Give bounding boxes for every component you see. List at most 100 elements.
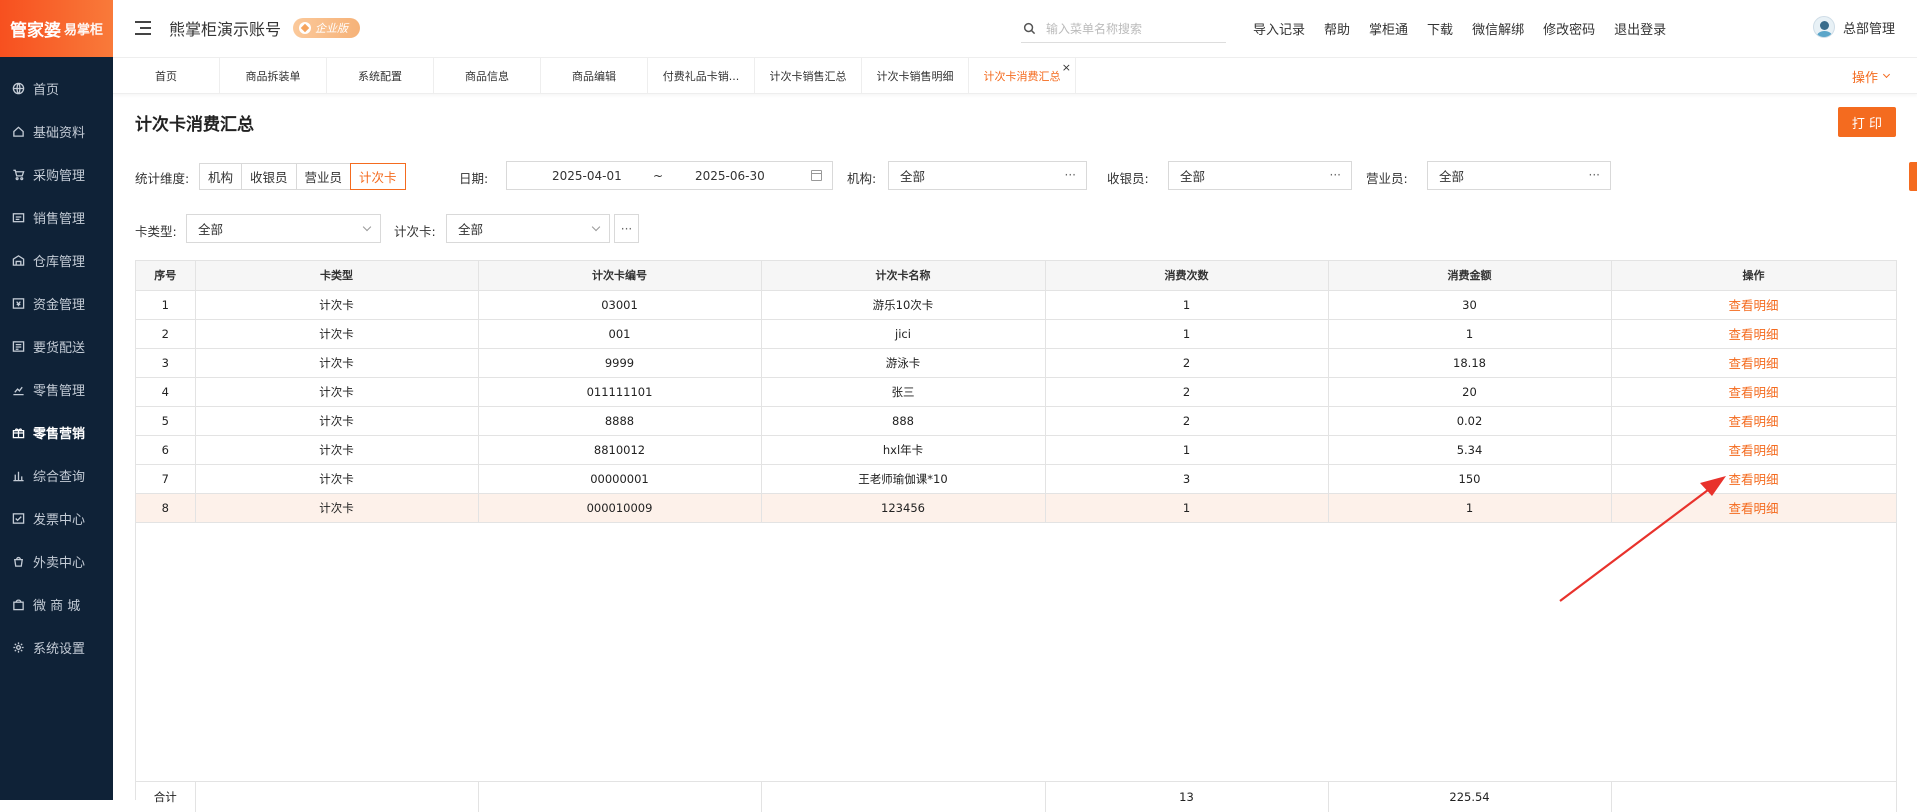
view-detail-link[interactable]: 查看明细 — [1728, 298, 1778, 313]
filter-row-2: 卡类型: 全部 计次卡: 全部 ··· — [135, 214, 735, 244]
sidebar-item-purchase[interactable]: 采购管理 — [0, 153, 113, 196]
dimension-option-clerk[interactable]: 营业员 — [295, 163, 351, 190]
tab-product-assembly[interactable]: 商品拆装单 — [220, 58, 327, 94]
tab-actions-dropdown[interactable]: 操作 — [1852, 58, 1891, 94]
clerk-select-value: 全部 — [1439, 169, 1465, 184]
view-detail-link[interactable]: 查看明细 — [1728, 327, 1778, 342]
print-button[interactable]: 打 印 — [1838, 107, 1896, 137]
sidebar-item-home[interactable]: 首页 — [0, 67, 113, 110]
change-password-link[interactable]: 修改密码 — [1543, 19, 1595, 38]
table-cell: 王老师瑜伽课*10 — [761, 464, 1046, 494]
sidebar-item-takeout[interactable]: 外卖中心 — [0, 540, 113, 583]
sidebar-item-label: 采购管理 — [33, 169, 86, 184]
dimension-option-cashier[interactable]: 收银员 — [241, 163, 296, 190]
column-header[interactable]: 卡类型 — [195, 261, 479, 291]
dimension-option-org[interactable]: 机构 — [199, 163, 242, 190]
view-detail-link[interactable]: 查看明细 — [1728, 356, 1778, 371]
close-icon[interactable]: × — [1062, 62, 1071, 73]
sidebar-item-mall[interactable]: 微 商 城 — [0, 583, 113, 626]
table-cell: 查看明细 — [1611, 435, 1897, 465]
tab-count-card-consumption-summary[interactable]: 计次卡消费汇总 × — [969, 58, 1076, 94]
date-to[interactable]: 2025-06-30 — [695, 169, 765, 183]
table-cell: 1 — [1045, 435, 1329, 465]
table-cell: 150 — [1328, 464, 1612, 494]
column-header[interactable]: 计次卡编号 — [478, 261, 762, 291]
card-type-select[interactable]: 全部 — [186, 214, 381, 243]
table-cell: 8888 — [478, 406, 762, 436]
table-row[interactable]: 5 计次卡 8888 888 2 0.02 查看明细 — [136, 406, 1897, 436]
brand-logo[interactable]: 管家婆 易掌柜 — [0, 0, 113, 57]
sidebar-item-marketing[interactable]: 零售营销 — [0, 411, 113, 454]
view-detail-link[interactable]: 查看明细 — [1728, 501, 1778, 516]
warehouse-icon — [11, 254, 25, 268]
count-card-select[interactable]: 全部 — [446, 214, 610, 243]
search-icon[interactable] — [1023, 22, 1036, 35]
table-row[interactable]: 4 计次卡 011111101 张三 2 20 查看明细 — [136, 377, 1897, 407]
sidebar-item-sales[interactable]: 销售管理 — [0, 196, 113, 239]
column-header[interactable]: 计次卡名称 — [761, 261, 1046, 291]
column-header[interactable]: 消费次数 — [1045, 261, 1329, 291]
wechat-unbind-link[interactable]: 微信解绑 — [1472, 19, 1524, 38]
logout-link[interactable]: 退出登录 — [1614, 19, 1666, 38]
sidebar-item-invoice[interactable]: 发票中心 — [0, 497, 113, 540]
tab-count-card-sales-summary[interactable]: 计次卡销售汇总 — [755, 58, 862, 94]
tab-label: 计次卡销售汇总 — [769, 70, 847, 83]
card-type-label: 卡类型: — [135, 224, 177, 239]
table-cell: jici — [761, 319, 1046, 349]
sidebar-item-funds[interactable]: 资金管理 — [0, 282, 113, 325]
sidebar-item-settings[interactable]: 系统设置 — [0, 626, 113, 669]
date-separator: ~ — [653, 168, 664, 183]
table-row[interactable]: 8 计次卡 000010009 123456 1 1 查看明细 — [136, 493, 1897, 523]
query-button[interactable]: 查 询 — [1909, 162, 1917, 191]
org-select[interactable]: 全部 ··· — [888, 161, 1087, 190]
sidebar-item-label: 发票中心 — [33, 513, 86, 528]
sidebar-item-label: 资金管理 — [33, 298, 86, 313]
view-detail-link[interactable]: 查看明细 — [1728, 385, 1778, 400]
tab-product-edit[interactable]: 商品编辑 — [541, 58, 648, 94]
table-row[interactable]: 1 计次卡 03001 游乐10次卡 1 30 查看明细 — [136, 290, 1897, 320]
sidebar-item-basic-data[interactable]: 基础资料 — [0, 110, 113, 153]
table-row[interactable]: 3 计次卡 9999 游泳卡 2 18.18 查看明细 — [136, 348, 1897, 378]
column-header[interactable]: 序号 — [136, 261, 196, 291]
sidebar-item-label: 零售管理 — [33, 384, 86, 399]
tab-count-card-sales-detail[interactable]: 计次卡销售明细 — [862, 58, 969, 94]
takeout-icon — [11, 555, 25, 569]
table-cell: 6 — [136, 435, 196, 465]
sidebar-item-delivery[interactable]: 要货配送 — [0, 325, 113, 368]
table-row[interactable]: 7 计次卡 00000001 王老师瑜伽课*10 3 150 查看明细 — [136, 464, 1897, 494]
tab-home[interactable]: 首页 — [113, 58, 220, 94]
date-range-picker[interactable]: 2025-04-01 ~ 2025-06-30 — [506, 161, 833, 190]
sidebar-item-query[interactable]: 综合查询 — [0, 454, 113, 497]
help-link[interactable]: 帮助 — [1324, 19, 1350, 38]
table-row[interactable]: 6 计次卡 8810012 hxl年卡 1 5.34 查看明细 — [136, 435, 1897, 465]
user-menu[interactable]: 总部管理 — [1812, 16, 1895, 38]
view-detail-link[interactable]: 查看明细 — [1728, 443, 1778, 458]
sidebar-item-retail[interactable]: 零售管理 — [0, 368, 113, 411]
tab-gift-card-sales[interactable]: 付费礼品卡销... — [648, 58, 755, 94]
tab-system-config[interactable]: 系统配置 — [327, 58, 434, 94]
sidebar-item-warehouse[interactable]: 仓库管理 — [0, 239, 113, 282]
dimension-option-count-card[interactable]: 计次卡 — [350, 163, 406, 190]
clerk-select[interactable]: 全部 ··· — [1427, 161, 1611, 190]
tab-product-info[interactable]: 商品信息 — [434, 58, 541, 94]
zhangguitong-link[interactable]: 掌柜通 — [1369, 19, 1408, 38]
view-detail-link[interactable]: 查看明细 — [1728, 472, 1778, 487]
column-header[interactable]: 消费金额 — [1328, 261, 1612, 291]
cashier-select[interactable]: 全部 ··· — [1168, 161, 1352, 190]
table-cell: hxl年卡 — [761, 435, 1046, 465]
import-records-link[interactable]: 导入记录 — [1253, 19, 1305, 38]
org-select-value: 全部 — [900, 169, 926, 184]
sidebar-item-label: 要货配送 — [33, 341, 86, 356]
table-cell: 1 — [136, 290, 196, 320]
download-link[interactable]: 下载 — [1427, 19, 1453, 38]
table-cell: 2 — [1045, 348, 1329, 378]
table-cell: 1 — [1045, 290, 1329, 320]
dimension-segmented-control: 机构 收银员 营业员 计次卡 — [199, 163, 406, 190]
menu-search-input[interactable] — [1046, 21, 1216, 36]
menu-toggle-icon[interactable] — [135, 21, 151, 35]
table-cell: 18.18 — [1328, 348, 1612, 378]
view-detail-link[interactable]: 查看明细 — [1728, 414, 1778, 429]
count-card-more-button[interactable]: ··· — [614, 214, 639, 243]
table-row[interactable]: 2 计次卡 001 jici 1 1 查看明细 — [136, 319, 1897, 349]
date-from[interactable]: 2025-04-01 — [552, 169, 622, 183]
